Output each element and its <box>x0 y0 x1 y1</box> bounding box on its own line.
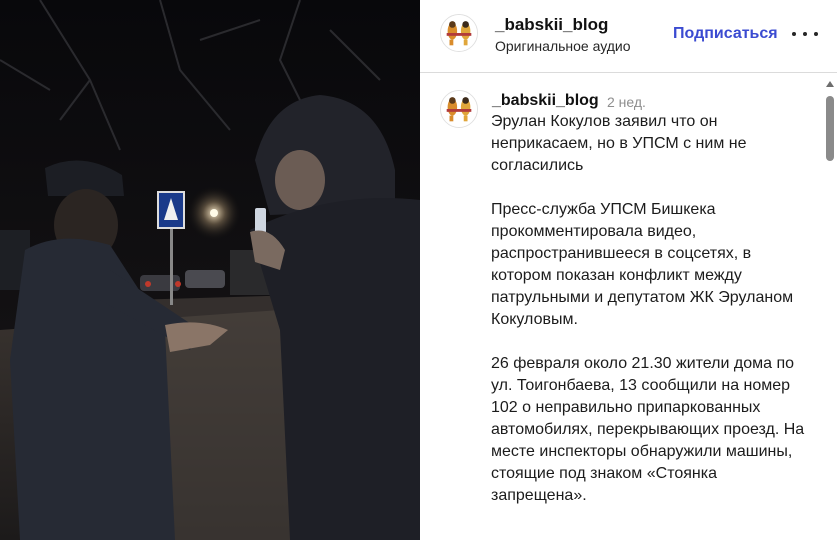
caption-paragraph: Пресс-служба УПСМ Бишкека прокомментиров… <box>491 201 794 328</box>
dot <box>814 32 818 36</box>
post-caption: _babskii_blog 2 нед. Эрулан Кокулов заяв… <box>420 74 837 540</box>
avatar-logo-icon <box>441 91 477 127</box>
profile-avatar[interactable] <box>440 14 478 52</box>
post-timestamp[interactable]: 2 нед. <box>607 94 646 110</box>
post-video[interactable] <box>0 0 420 540</box>
comments-scrollbar[interactable] <box>823 78 837 540</box>
caption-author-avatar[interactable] <box>440 90 478 128</box>
night-street-scene <box>0 0 420 540</box>
instagram-post-window: _babskii_blog Оригинальное аудио Подписа… <box>0 0 837 540</box>
follow-button[interactable]: Подписаться <box>673 25 778 43</box>
caption-text: Эрулан Кокулов заявил что он неприкасаем… <box>491 111 811 507</box>
audio-label[interactable]: Оригинальное аудио <box>495 38 631 54</box>
caption-paragraph: Эрулан Кокулов заявил что он неприкасаем… <box>491 113 747 174</box>
avatar-logo-icon <box>441 15 477 51</box>
scroll-up-arrow-icon[interactable] <box>826 81 834 87</box>
post-details-panel: _babskii_blog Оригинальное аудио Подписа… <box>420 0 837 540</box>
dot <box>803 32 807 36</box>
caption-paragraph: 26 февраля около 21.30 жители дома по ул… <box>491 355 805 504</box>
dot <box>792 32 796 36</box>
post-author-username[interactable]: _babskii_blog <box>495 15 608 35</box>
post-header: _babskii_blog Оригинальное аудио Подписа… <box>420 0 837 73</box>
scroll-thumb[interactable] <box>826 96 834 161</box>
more-options-icon[interactable] <box>792 22 818 46</box>
caption-author-username[interactable]: _babskii_blog <box>492 92 599 110</box>
